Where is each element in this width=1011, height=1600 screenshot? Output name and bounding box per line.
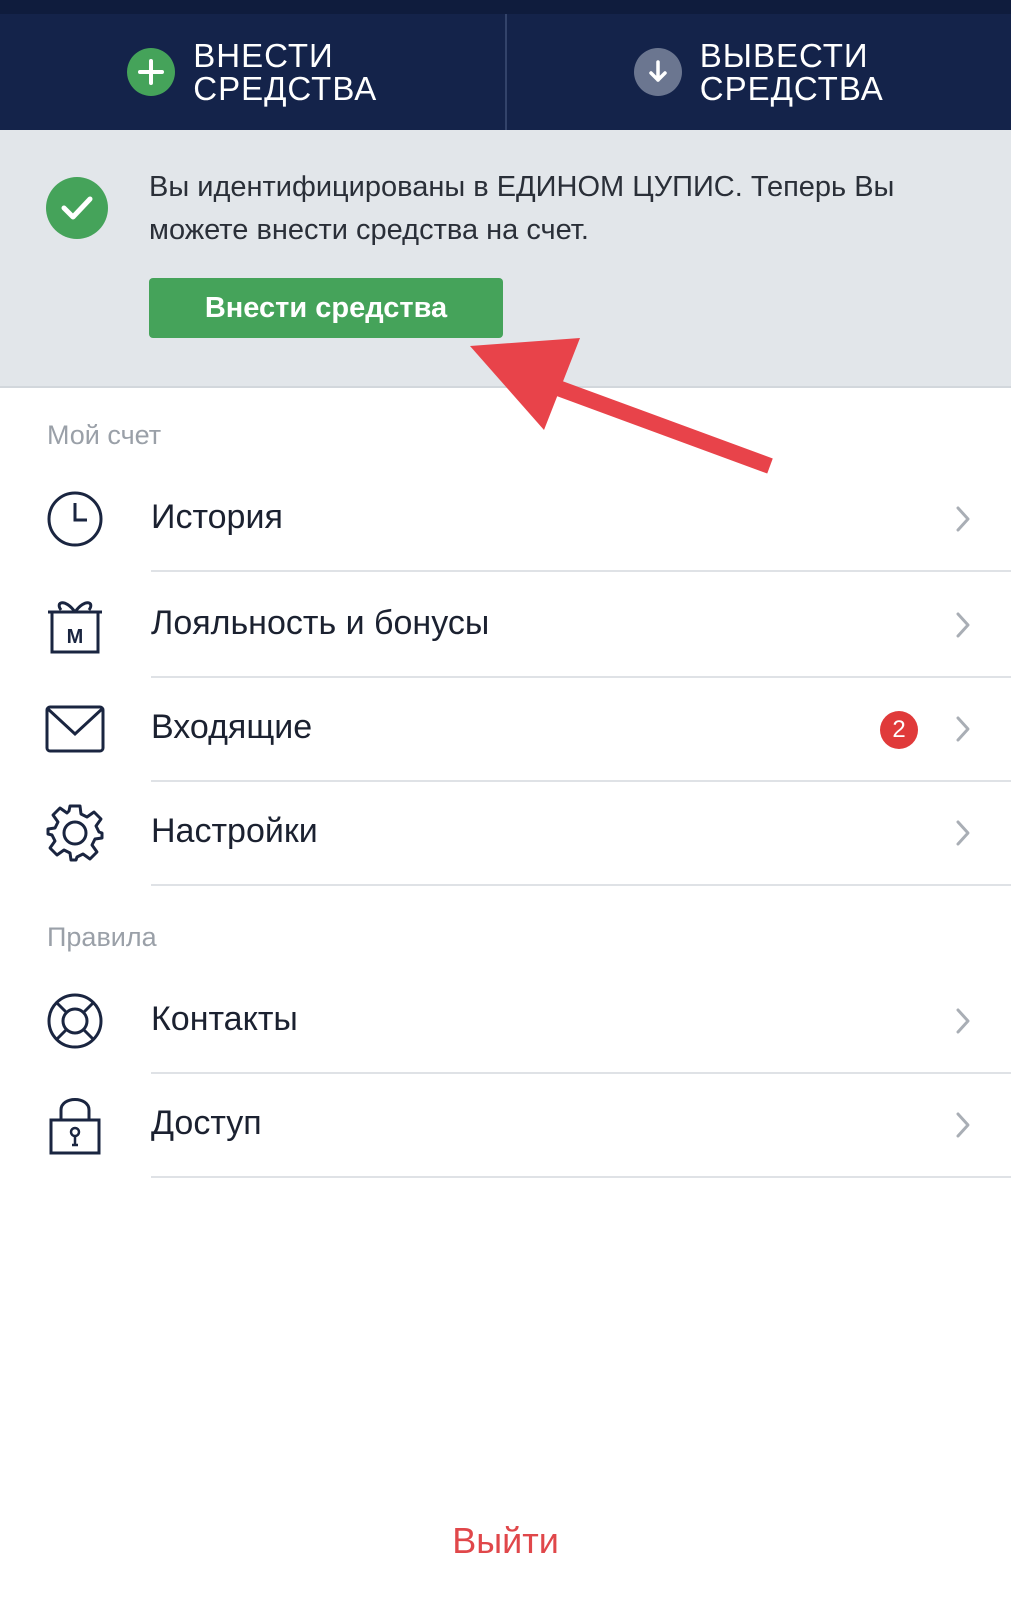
menu-item-access-label: Доступ (151, 1104, 262, 1142)
withdraw-top-line2: СРЕДСТВА (699, 70, 884, 107)
chevron-right-icon (955, 1111, 971, 1144)
lifebuoy-icon (44, 990, 106, 1052)
clock-icon (44, 488, 106, 550)
lock-icon (44, 1094, 106, 1156)
chevron-right-icon (955, 819, 971, 852)
gear-icon (44, 802, 106, 864)
logout-button[interactable]: Выйти (0, 1520, 1011, 1562)
menu-item-history-label: История (151, 498, 283, 536)
menu-item-loyalty[interactable]: М Лояльность и бонусы (0, 572, 1011, 678)
menu-item-inbox-label: Входящие (151, 708, 313, 746)
check-icon (46, 177, 108, 239)
gift-icon-letter: М (67, 626, 84, 648)
chevron-right-icon (955, 715, 971, 748)
deposit-top-line2: СРЕДСТВА (193, 70, 378, 107)
withdraw-top-label: ВЫВЕСТИ СРЕДСТВА (700, 39, 884, 105)
arrow-down-icon (633, 48, 682, 96)
divider (151, 884, 1011, 886)
envelope-icon (44, 698, 106, 760)
unread-count-badge: 2 (880, 711, 918, 749)
menu-item-access[interactable]: Доступ (0, 1072, 1011, 1178)
verification-message: Вы идентифицированы в ЕДИНОМ ЦУПИС. Тепе… (149, 171, 895, 246)
deposit-top-label: ВНЕСТИ СРЕДСТВА (193, 39, 377, 105)
withdraw-top-line1: ВЫВЕСТИ (699, 37, 869, 74)
menu-item-settings-label: Настройки (151, 812, 318, 850)
deposit-top-button[interactable]: ВНЕСТИ СРЕДСТВА (0, 14, 505, 130)
top-action-bar: ВНЕСТИ СРЕДСТВА ВЫВЕСТИ СРЕДСТВА (0, 0, 1011, 130)
gift-icon: М (44, 594, 106, 656)
menu-item-history[interactable]: История (0, 466, 1011, 572)
withdraw-top-button[interactable]: ВЫВЕСТИ СРЕДСТВА (504, 14, 1011, 130)
deposit-funds-button[interactable]: Внести средства (149, 278, 503, 338)
chevron-right-icon (955, 505, 971, 538)
chevron-right-icon (955, 1007, 971, 1040)
menu-item-contacts-label: Контакты (151, 1000, 298, 1038)
menu-item-contacts[interactable]: Контакты (0, 968, 1011, 1074)
plus-icon (127, 48, 176, 96)
section-title-account: Мой счет (47, 420, 162, 450)
section-title-rules: Правила (47, 922, 157, 952)
menu-item-settings[interactable]: Настройки (0, 780, 1011, 886)
annotation-arrow-icon (470, 338, 773, 474)
chevron-right-icon (955, 611, 971, 644)
divider (151, 1176, 1011, 1178)
deposit-top-line1: ВНЕСТИ (193, 37, 334, 74)
menu-item-loyalty-label: Лояльность и бонусы (151, 604, 490, 642)
menu-item-inbox[interactable]: Входящие 2 (0, 676, 1011, 782)
